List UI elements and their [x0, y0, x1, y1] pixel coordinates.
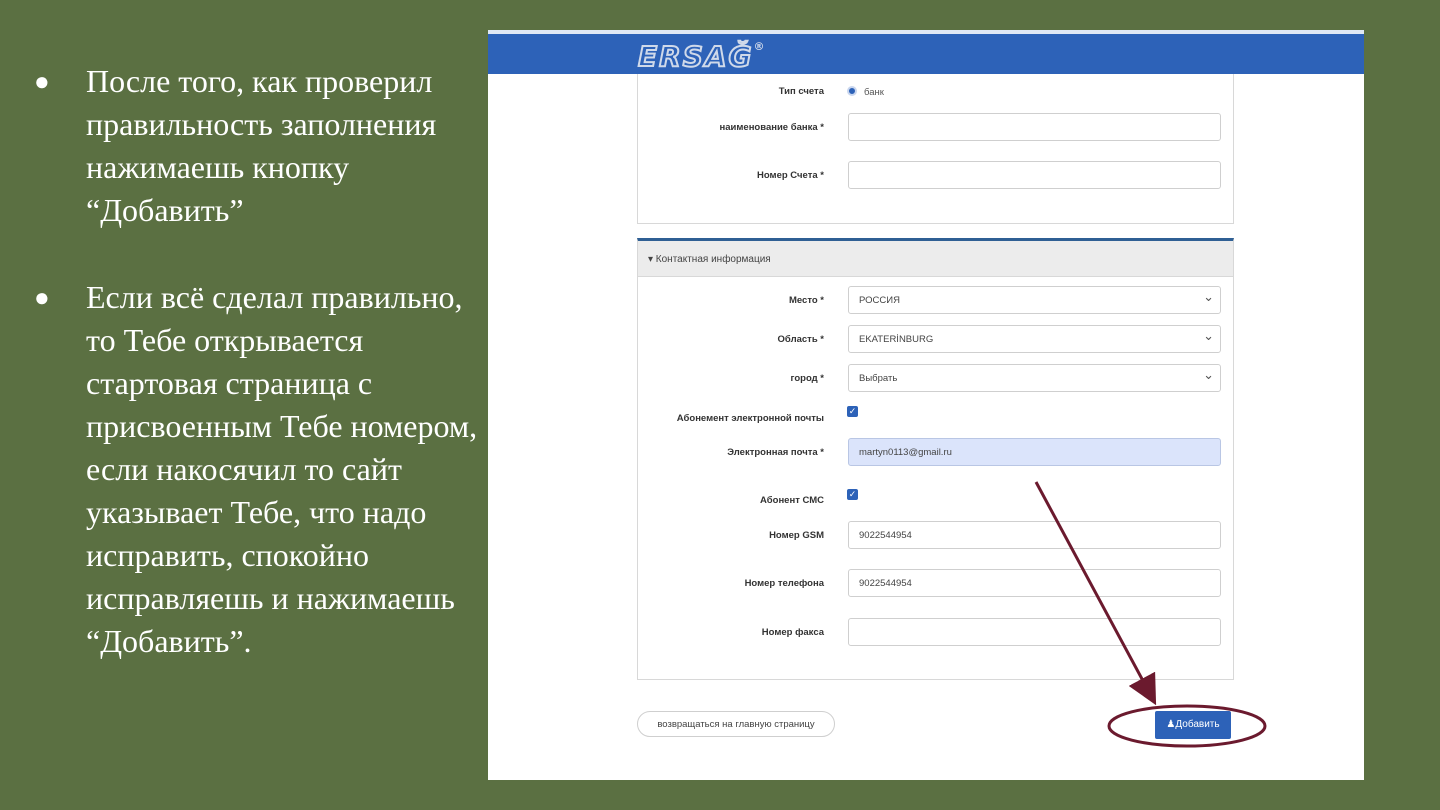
city-label: город * — [790, 373, 824, 384]
sms-checkbox[interactable]: ✓ — [847, 489, 858, 500]
account-type-radio[interactable] — [847, 86, 857, 96]
back-to-home-button[interactable]: возвращаться на главную страницу — [637, 711, 835, 737]
region-label: Область * — [777, 334, 824, 345]
bank-name-input[interactable] — [848, 113, 1221, 141]
account-number-input[interactable] — [848, 161, 1221, 189]
gsm-label: Номер GSM — [769, 530, 824, 541]
city-select[interactable]: Выбрать — [848, 364, 1221, 392]
fax-label: Номер факса — [761, 627, 824, 638]
bullet-text: После того, как проверил правильность за… — [86, 63, 437, 228]
ersag-logo[interactable]: ERSAĞ® — [637, 39, 767, 74]
top-bar: ERSAĞ® — [488, 30, 1364, 74]
fax-input[interactable] — [848, 618, 1221, 646]
phone-label: Номер телефона — [744, 578, 824, 589]
contact-section-header[interactable]: ▾ Контактная информация — [638, 241, 1233, 277]
email-subscription-label: Абонемент электронной почты — [676, 413, 824, 424]
bullet-item: ● Если всё сделал правильно, то Тебе отк… — [30, 276, 480, 663]
bullet-dot-icon: ● — [34, 67, 50, 96]
form-screenshot: ERSAĞ® Тип счета банк наименование банка… — [488, 30, 1364, 780]
add-button-label: Добавить — [1175, 719, 1220, 730]
bullet-text: Если всё сделал правильно, то Тебе откры… — [86, 279, 478, 659]
slide-bullets: ● После того, как проверил правильность … — [30, 60, 480, 707]
email-subscription-checkbox[interactable]: ✓ — [847, 406, 858, 417]
bullet-item: ● После того, как проверил правильность … — [30, 60, 480, 232]
sms-label: Абонент СМС — [760, 495, 824, 506]
gsm-input[interactable]: 9022544954 — [848, 521, 1221, 549]
account-number-label: Номер Счета * — [757, 170, 824, 181]
email-input[interactable]: martyn0113@gmail.ru — [848, 438, 1221, 466]
bullet-dot-icon: ● — [34, 283, 50, 312]
account-type-label: Тип счета — [778, 86, 824, 97]
add-button[interactable]: ♟Добавить — [1155, 711, 1231, 739]
email-label: Электронная почта * — [727, 447, 824, 458]
place-select[interactable]: РОССИЯ — [848, 286, 1221, 314]
phone-input[interactable]: 9022544954 — [848, 569, 1221, 597]
bank-name-label: наименование банка * — [719, 122, 824, 133]
account-type-value: банк — [864, 87, 884, 98]
region-select[interactable]: EKATERİNBURG — [848, 325, 1221, 353]
check-icon: ✓ — [848, 489, 857, 499]
place-label: Место * — [788, 295, 824, 306]
check-icon: ✓ — [848, 406, 857, 416]
